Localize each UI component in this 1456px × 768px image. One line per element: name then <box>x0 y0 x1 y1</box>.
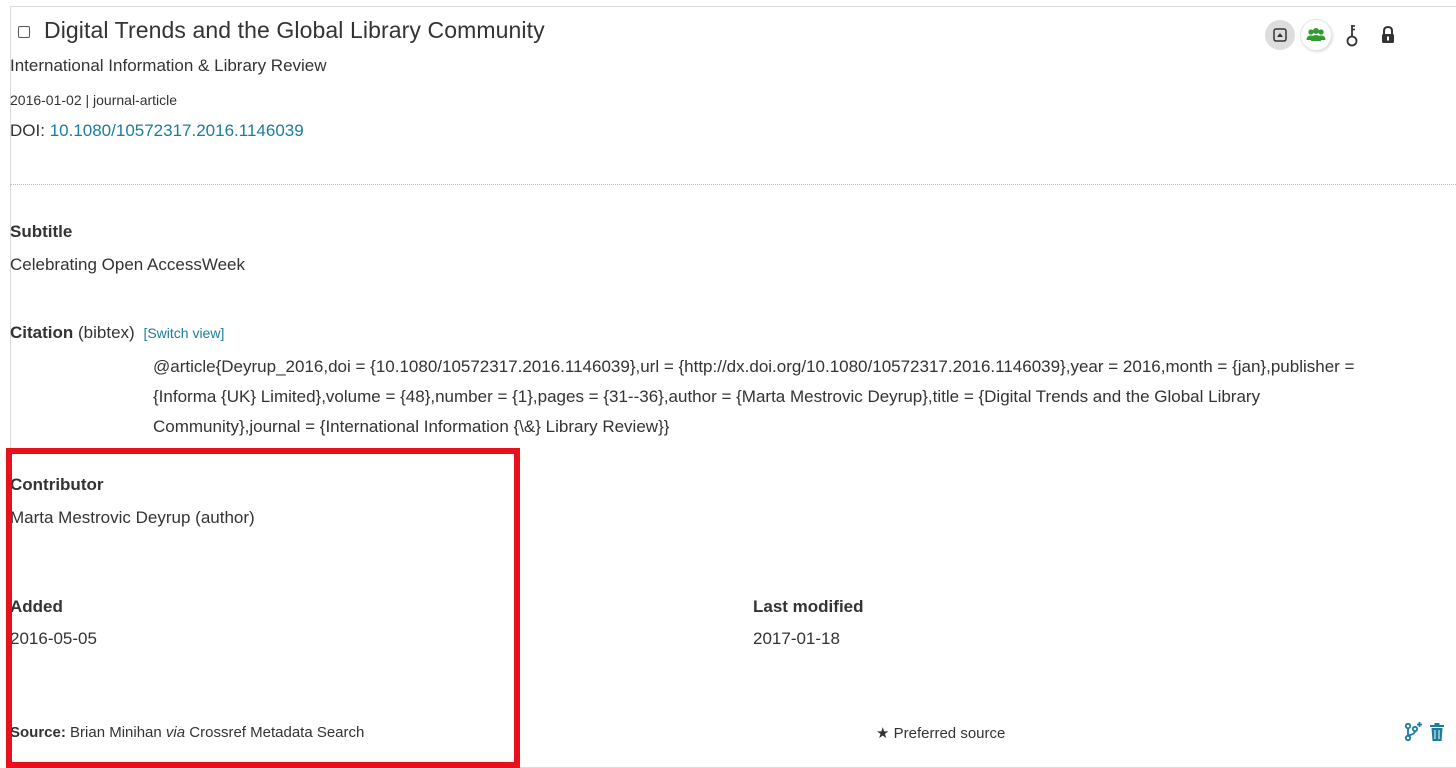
source-system: Crossref Metadata Search <box>189 724 365 741</box>
added-label: Added <box>10 597 63 616</box>
work-title-row: Digital Trends and the Global Library Co… <box>10 8 545 52</box>
added-date: 2016-05-05 <box>10 629 97 648</box>
lock-icon[interactable] <box>1373 20 1403 50</box>
source-via: via <box>165 724 186 741</box>
publication-meta: 2016-01-02 | journal-article <box>10 92 178 108</box>
contributor-value: Marta Mestrovic Deyrup (author) <box>10 508 255 527</box>
contributor-label: Contributor <box>10 475 104 494</box>
group-icon[interactable] <box>1301 20 1331 50</box>
citation-label: Citation <box>10 323 74 342</box>
switch-view-link[interactable]: [Switch view] <box>143 325 224 341</box>
source-actions <box>1403 722 1451 742</box>
citation-text: @article{Deyrup_2016,doi = {10.1080/1057… <box>153 357 1355 436</box>
source-line: Source: Brian Minihan via Crossref Metad… <box>10 724 364 741</box>
source-label: Source: <box>10 724 66 741</box>
citation-header: Citation (bibtex) [Switch view] <box>10 323 224 343</box>
select-work-checkbox[interactable] <box>18 26 30 38</box>
last-modified-date: 2017-01-18 <box>753 629 840 648</box>
citation-format: (bibtex) <box>78 323 135 342</box>
star-icon: ★ <box>876 725 890 742</box>
section-divider <box>10 184 1456 185</box>
preferred-source-label: Preferred source <box>893 725 1006 742</box>
last-modified-label: Last modified <box>753 597 864 616</box>
trash-icon[interactable] <box>1429 723 1445 741</box>
source-name: Brian Minihan <box>70 724 162 741</box>
fork-plus-icon[interactable] <box>1403 722 1423 742</box>
work-title: Digital Trends and the Global Library Co… <box>44 16 545 43</box>
doi-line: DOI: 10.1080/10572317.2016.1146039 <box>10 121 304 141</box>
key-icon[interactable] <box>1337 20 1367 50</box>
caret-up-icon[interactable] <box>1265 20 1295 50</box>
subtitle-value: Celebrating Open AccessWeek <box>10 255 245 274</box>
doi-label: DOI: <box>10 121 45 140</box>
preferred-source: ★ Preferred source <box>876 724 1005 742</box>
journal-name: International Information & Library Revi… <box>10 56 327 75</box>
work-toolbar <box>1265 20 1409 50</box>
doi-link[interactable]: 10.1080/10572317.2016.1146039 <box>50 121 304 140</box>
subtitle-label: Subtitle <box>10 222 73 241</box>
